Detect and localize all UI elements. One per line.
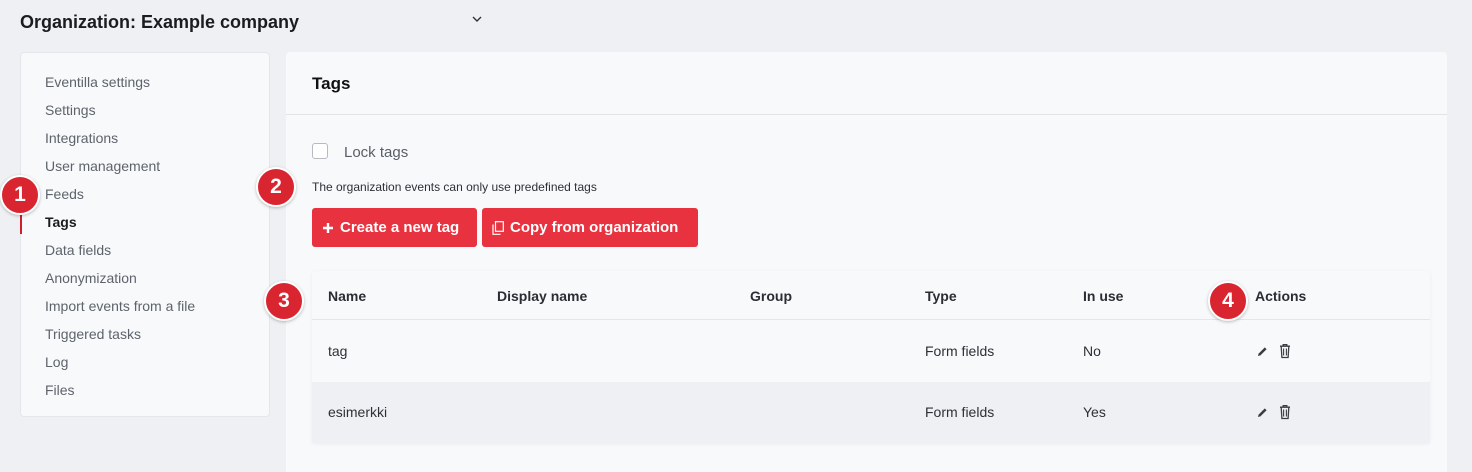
copy-icon (492, 220, 504, 235)
plus-icon (322, 222, 334, 234)
callout-badge-4: 4 (1208, 281, 1248, 321)
sidebar-item-eventilla-settings[interactable]: Eventilla settings (45, 72, 150, 92)
lock-tags-help-text: The organization events can only use pre… (312, 180, 597, 194)
cell-in-use: Yes (1083, 404, 1106, 420)
page-title: Tags (312, 74, 351, 93)
copy-from-organization-button[interactable]: Copy from organization (482, 208, 698, 247)
sidebar-active-indicator (20, 215, 22, 234)
cell-type: Form fields (925, 343, 995, 359)
cell-type: Form fields (925, 404, 995, 420)
lock-tags-checkbox[interactable] (312, 143, 328, 159)
callout-badge-1: 1 (0, 175, 40, 215)
edit-icon[interactable] (1255, 404, 1269, 420)
sidebar-item-user-management[interactable]: User management (45, 156, 160, 176)
sidebar-item-triggered-tasks[interactable]: Triggered tasks (45, 324, 141, 344)
org-title: Organization: Example company (20, 11, 300, 32)
sidebar-item-data-fields[interactable]: Data fields (45, 240, 111, 260)
title-divider (286, 114, 1447, 115)
edit-icon[interactable] (1255, 343, 1269, 359)
table-row: esimerkki Form fields Yes (312, 382, 1430, 443)
column-header-type[interactable]: Type (925, 288, 957, 304)
sidebar-item-anonymization[interactable]: Anonymization (45, 268, 137, 288)
chevron-down-icon[interactable] (470, 12, 484, 26)
copy-from-organization-label: Copy from organization (510, 219, 679, 236)
cell-name: tag (328, 343, 348, 359)
column-header-group[interactable]: Group (750, 288, 792, 304)
table-header: Name Display name Group Type In use Acti… (312, 271, 1430, 320)
lock-tags-label[interactable]: Lock tags (344, 144, 408, 161)
trash-icon[interactable] (1278, 343, 1292, 359)
cell-name: esimerkki (328, 404, 388, 420)
create-new-tag-button[interactable]: Create a new tag (312, 208, 477, 247)
sidebar-item-files[interactable]: Files (45, 380, 75, 400)
sidebar-item-log[interactable]: Log (45, 352, 68, 372)
sidebar-item-settings[interactable]: Settings (45, 100, 96, 120)
sidebar-item-integrations[interactable]: Integrations (45, 128, 118, 148)
callout-badge-3: 3 (264, 281, 304, 321)
callout-badge-2: 2 (256, 167, 296, 207)
table-row: tag Form fields No (312, 321, 1430, 382)
settings-sidebar: Eventilla settings Settings Integrations… (20, 52, 270, 417)
column-header-name[interactable]: Name (328, 288, 366, 304)
column-header-actions: Actions (1255, 288, 1307, 304)
tags-panel: Tags Lock tags The organization events c… (286, 52, 1447, 472)
create-new-tag-label: Create a new tag (340, 219, 460, 236)
sidebar-item-feeds[interactable]: Feeds (45, 184, 84, 204)
cell-in-use: No (1083, 343, 1101, 359)
sidebar-item-tags[interactable]: Tags (45, 212, 77, 232)
org-selector[interactable]: Organization: Example company (20, 10, 299, 34)
sidebar-item-import-events[interactable]: Import events from a file (45, 296, 195, 316)
trash-icon[interactable] (1278, 404, 1292, 420)
column-header-display-name[interactable]: Display name (497, 288, 587, 304)
column-header-in-use[interactable]: In use (1083, 288, 1123, 304)
tags-table: Name Display name Group Type In use Acti… (312, 271, 1430, 443)
